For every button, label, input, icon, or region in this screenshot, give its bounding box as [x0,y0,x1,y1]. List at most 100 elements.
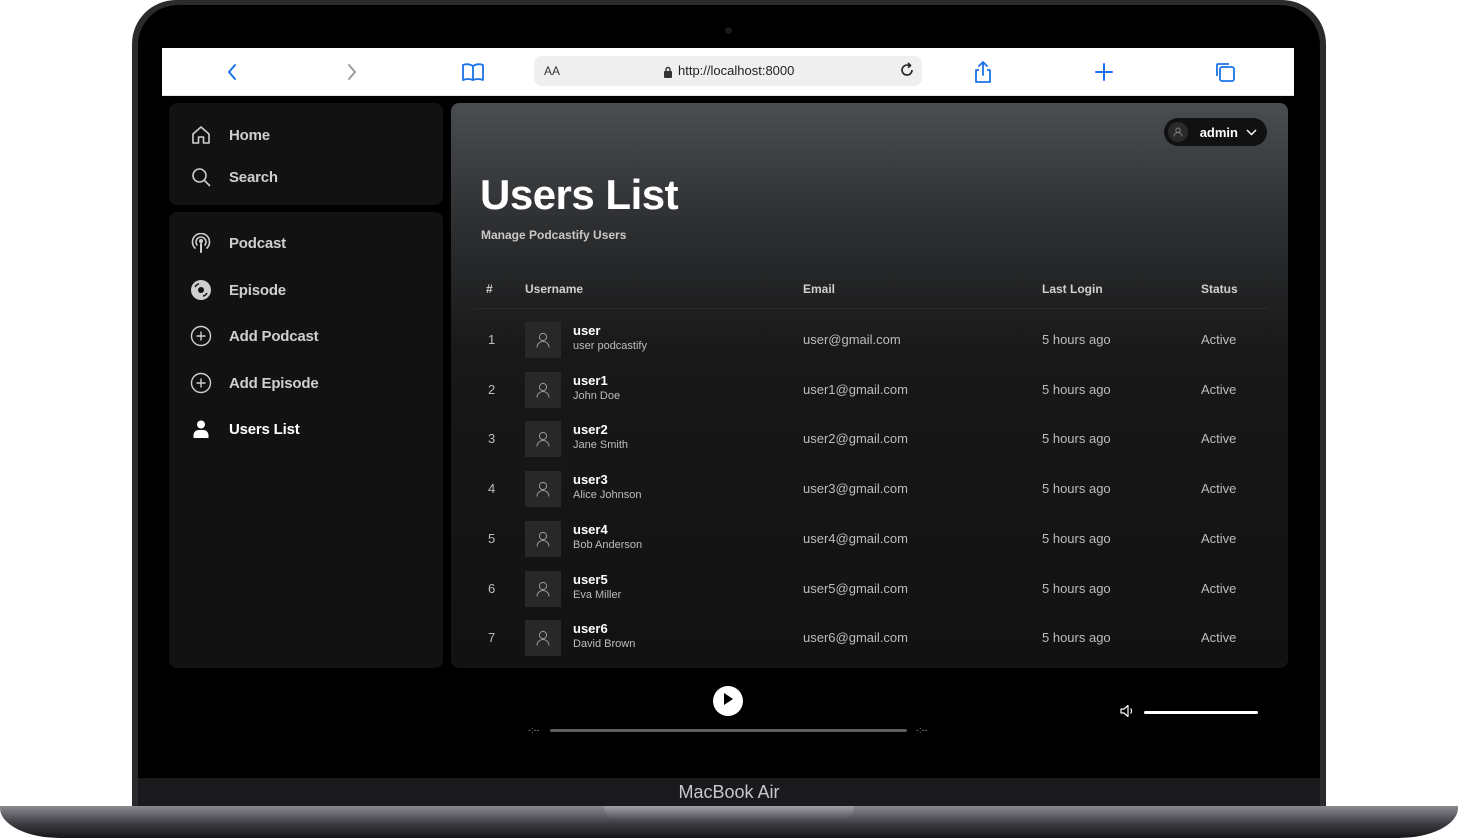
plus-circle-icon [190,325,212,347]
row-username: user2 [573,422,608,438]
camera [725,27,732,34]
person-icon [190,418,212,440]
row-number: 7 [488,630,496,646]
row-number: 6 [488,580,496,596]
user-avatar-icon [525,620,561,657]
row-full-name: David Brown [573,638,636,651]
sidebar-item-label: Users List [229,420,300,438]
row-last-login: 5 hours ago [1042,431,1111,447]
avatar [1167,122,1188,142]
row-last-login: 5 hours ago [1042,580,1111,596]
share-icon[interactable] [971,60,995,84]
url-text: http://localhost:8000 [678,63,795,78]
sidebar-item-episode[interactable]: Episode [190,277,286,303]
account-name: admin [1199,124,1238,140]
user-avatar-icon [525,471,561,508]
sidebar-item-add-episode[interactable]: Add Episode [190,370,319,396]
plus-circle-icon [190,372,212,394]
sidebar-library: Podcast Episode Add Podcast Add Episode … [169,212,443,668]
play-button[interactable] [713,686,743,716]
row-status: Active [1201,431,1237,447]
episode-icon [190,279,212,301]
sidebar-item-search[interactable]: Search [190,164,278,190]
search-icon [190,166,212,188]
table-row[interactable]: 7 user6 David Brown user6@gmail.com 5 hours … [473,615,1268,661]
play-icon [722,692,734,711]
row-username: user3 [573,472,608,488]
row-username: user4 [573,521,608,537]
sidebar-item-label: Add Episode [229,374,319,392]
row-number: 4 [488,481,496,497]
row-number: 2 [488,381,496,397]
row-username: user1 [573,372,608,388]
row-number: 3 [488,431,496,447]
sidebar-item-label: Add Podcast [229,327,319,345]
volume-icon[interactable] [1120,704,1136,723]
row-status: Active [1201,530,1237,546]
reload-icon[interactable] [898,61,916,84]
row-number: 5 [488,530,496,546]
chevron-down-icon [1246,123,1257,141]
bookmarks-icon[interactable] [461,60,485,84]
volume-slider[interactable] [1144,711,1258,714]
row-full-name: Eva Miller [573,588,622,601]
user-avatar-icon [525,322,561,358]
device-label: MacBook Air [138,778,1320,806]
screen: AA http://localhost:8000 Home Search Pod… [162,48,1294,756]
column-header-status: Status [1201,282,1238,296]
row-email: user4@gmail.com [803,530,908,546]
sidebar-item-home[interactable]: Home [190,122,270,148]
table-row[interactable]: 5 user4 Bob Anderson user4@gmail.com 5 hours… [473,516,1268,562]
column-header-username: Username [525,282,584,296]
row-full-name: Jane Smith [573,439,629,452]
row-email: user3@gmail.com [803,481,908,497]
table-row[interactable]: 2 user1 John Doe user1@gmail.com 5 hours ago… [473,367,1268,413]
lock-icon [663,65,673,83]
sidebar-item-label: Podcast [229,234,286,252]
sidebar-item-label: Home [229,126,270,144]
sidebar-item-label: Search [229,168,278,186]
row-last-login: 5 hours ago [1042,381,1111,397]
user-avatar-icon [525,520,561,557]
forward-icon[interactable] [340,60,364,84]
row-username: user6 [573,621,608,637]
home-icon [190,124,212,146]
duration-time: -:-- [916,725,928,735]
table-row[interactable]: 1 user user podcastify user@gmail.com 5 hour… [473,317,1268,363]
row-status: Active [1201,332,1237,347]
laptop-notch [604,806,854,818]
sidebar-item-users-list[interactable]: Users List [190,416,300,442]
table-row[interactable]: 6 user5 Eva Miller user5@gmail.com 5 hours a… [473,566,1268,612]
column-header-last-login: Last Login [1042,282,1103,296]
account-menu-button[interactable]: admin [1163,118,1267,146]
address-bar[interactable]: AA http://localhost:8000 [534,56,922,86]
page-title: Users List [480,171,679,218]
text-size-button[interactable]: AA [544,64,560,78]
user-avatar-icon [525,570,561,607]
user-avatar-icon [525,371,561,408]
row-username: user5 [573,571,608,587]
column-header-email: Email [803,282,836,296]
column-header-number: # [486,282,493,296]
back-icon[interactable] [220,60,244,84]
tabs-icon[interactable] [1213,60,1237,84]
row-number: 1 [488,332,496,347]
podcast-icon [190,232,212,254]
sidebar-item-label: Episode [229,281,286,299]
elapsed-time: -:-- [528,725,540,735]
row-email: user@gmail.com [803,332,901,347]
browser-toolbar: AA http://localhost:8000 [162,48,1294,96]
row-status: Active [1201,481,1237,497]
row-email: user6@gmail.com [803,630,908,646]
progress-bar[interactable] [550,729,907,732]
row-full-name: Bob Anderson [573,538,643,551]
row-email: user2@gmail.com [803,431,908,447]
row-status: Active [1201,580,1237,596]
table-row[interactable]: 3 user2 Jane Smith user2@gmail.com 5 hours a… [473,416,1268,462]
row-full-name: Alice Johnson [573,489,642,502]
sidebar-item-add-podcast[interactable]: Add Podcast [190,323,319,349]
table-row[interactable]: 4 user3 Alice Johnson user3@gmail.com 5 hour… [473,466,1268,512]
sidebar-top: Home Search [169,103,443,205]
new-tab-icon[interactable] [1092,60,1116,84]
sidebar-item-podcast[interactable]: Podcast [190,230,286,256]
